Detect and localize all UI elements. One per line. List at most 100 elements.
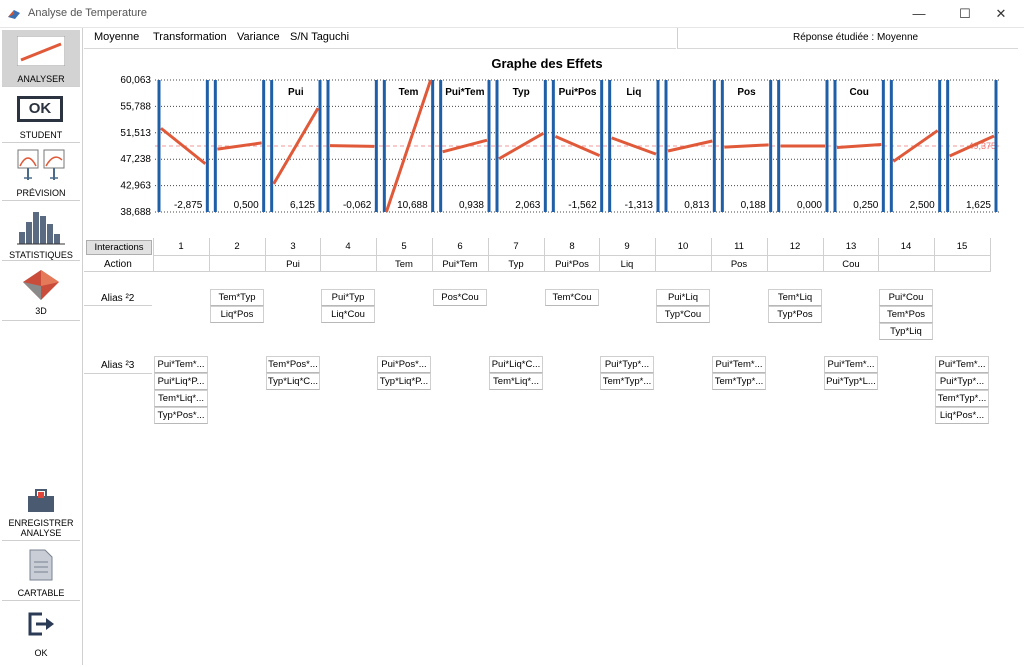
factor-label: Tem <box>399 87 419 98</box>
column-bar-right <box>994 80 998 212</box>
effect-value-label: 1,625 <box>966 200 991 211</box>
column-index: 12 <box>789 241 801 252</box>
column-index: 6 <box>457 241 463 252</box>
alias2-cell[interactable]: Pos*Cou <box>433 289 487 306</box>
alias3-cell[interactable]: Tem*Pos*... <box>266 356 320 373</box>
alias2-cell[interactable]: Typ*Cou <box>656 306 710 323</box>
alias3-cell[interactable]: Tem*Typ*... <box>600 373 654 390</box>
sidebar-prevision-label: PRÉVISION <box>16 188 66 198</box>
alias3-cell[interactable]: Liq*Pos*... <box>935 407 989 424</box>
y-tick-label: 38,688 <box>120 207 151 218</box>
effect-line <box>836 142 882 150</box>
alias3-cell[interactable]: Pui*Liq*C... <box>489 356 543 373</box>
sidebar-analyser-label: ANALYSER <box>17 74 65 84</box>
effects-chart: 60,06355,78851,51347,23842,96338,68849,3… <box>120 75 1000 218</box>
sidebar-cartable-button[interactable]: CARTABLE <box>2 544 80 601</box>
factor-label: Pui <box>288 87 304 98</box>
column-index: 1 <box>178 241 184 252</box>
effect-value-label: 0,250 <box>853 200 878 211</box>
alias2-cell[interactable]: Pui*Cou <box>879 289 933 306</box>
alias2-cell[interactable]: Tem*Liq <box>768 289 822 306</box>
column-bar-right <box>938 80 942 212</box>
effect-value-label: 0,813 <box>684 200 709 211</box>
close-button[interactable]: ✕ <box>978 0 1024 27</box>
menu-variance[interactable]: Variance <box>237 31 280 43</box>
sidebar-3d-label: 3D <box>35 306 47 316</box>
alias3-cell[interactable]: Pui*Typ*L... <box>824 373 878 390</box>
title-bar: Analyse de Temperature — ☐ ✕ <box>0 0 1024 28</box>
alias2-cell[interactable]: Pui*Liq <box>656 289 710 306</box>
alias2-cell[interactable]: Typ*Liq <box>879 323 933 340</box>
factor-label: Pui*Tem <box>445 87 484 98</box>
column-bar-left <box>833 80 837 212</box>
sidebar-student-label: STUDENT <box>19 130 63 140</box>
alias3-cell[interactable]: Pui*Tem*... <box>935 356 989 373</box>
alias3-cell[interactable]: Pui*Pos*... <box>377 356 431 373</box>
column-bar-left <box>495 80 499 212</box>
alias3-cell[interactable]: Typ*Pos*... <box>154 407 208 424</box>
row-separator <box>84 271 990 272</box>
alias2-cell[interactable]: Tem*Pos <box>879 306 933 323</box>
interactions-button[interactable]: Interactions <box>86 240 152 255</box>
ok-icon-text: OK <box>28 100 52 117</box>
alias2-cell[interactable]: Liq*Pos <box>210 306 264 323</box>
minimize-button[interactable]: — <box>896 0 942 27</box>
alias3-cell[interactable]: Tem*Liq*... <box>154 390 208 407</box>
y-tick-label: 60,063 <box>120 75 151 86</box>
sidebar-statistiques-label: STATISTIQUES <box>9 250 73 260</box>
effect-line <box>724 143 769 149</box>
alias3-cell[interactable]: Pui*Typ*... <box>600 356 654 373</box>
column-bar-left <box>213 80 217 212</box>
factor-label: Pui*Pos <box>559 87 597 98</box>
sidebar-ok-button[interactable]: OK <box>2 604 80 660</box>
column-bar-left <box>382 80 386 212</box>
alias3-cell[interactable]: Pui*Tem*... <box>154 356 208 373</box>
effect-value-label: 10,688 <box>397 200 428 211</box>
alias3-cell[interactable]: Pui*Liq*P... <box>154 373 208 390</box>
alias3-cell[interactable]: Typ*Liq*C... <box>266 373 320 390</box>
action-cell: Pui*Pos <box>555 259 589 270</box>
column-bar-left <box>157 80 161 212</box>
sidebar-analyser-button[interactable]: ANALYSER <box>2 30 80 87</box>
alias3-cell[interactable]: Typ*Liq*P... <box>377 373 431 390</box>
alias3-cell[interactable]: Tem*Typ*... <box>935 390 989 407</box>
alias2-row-label: Alias ²2 <box>101 293 135 304</box>
alias3-cell[interactable]: Pui*Typ*... <box>935 373 989 390</box>
alias3-cell[interactable]: Tem*Liq*... <box>489 373 543 390</box>
column-bar-right <box>881 80 885 212</box>
column-bar-right <box>825 80 829 212</box>
sidebar-enregistrer-button[interactable]: ENREGISTRER ANALYSE <box>2 484 80 541</box>
alias3-cell[interactable]: Tem*Typ*... <box>712 373 766 390</box>
sidebar-3d-button[interactable]: 3D <box>2 264 80 321</box>
factor-label: Pos <box>737 87 756 98</box>
column-bar-right <box>543 80 547 212</box>
column-index: 5 <box>401 241 407 252</box>
app-logo-icon <box>8 10 20 19</box>
effect-value-label: 0,500 <box>234 200 259 211</box>
sidebar-prevision-button[interactable]: PRÉVISION <box>2 146 80 201</box>
column-bar-right <box>769 80 773 212</box>
sidebar-statistiques-button[interactable]: STATISTIQUES <box>2 204 80 261</box>
alias2-cell[interactable]: Liq*Cou <box>321 306 375 323</box>
effect-line <box>329 144 375 148</box>
column-bar-right <box>262 80 266 212</box>
effect-value-label: -0,062 <box>343 200 372 211</box>
alias2-cell[interactable]: Tem*Typ <box>210 289 264 306</box>
factor-label: Typ <box>513 87 530 98</box>
3d-surface-icon <box>23 270 59 300</box>
alias3-cell[interactable]: Pui*Tem*... <box>824 356 878 373</box>
alias3-cell[interactable]: Pui*Tem*... <box>712 356 766 373</box>
menu-transformation[interactable]: Transformation <box>153 31 227 43</box>
ok-icon: OK <box>17 96 63 122</box>
alias2-cell[interactable]: Typ*Pos <box>768 306 822 323</box>
sidebar-student-button[interactable]: OK STUDENT <box>2 90 80 143</box>
alias2-cell[interactable]: Tem*Cou <box>545 289 599 306</box>
effect-value-label: 0,188 <box>741 200 766 211</box>
effect-value-label: 2,500 <box>910 200 935 211</box>
alias3-label-underline <box>84 373 152 374</box>
menu-moyenne[interactable]: Moyenne <box>94 31 139 43</box>
menu-sn-taguchi[interactable]: S/N Taguchi <box>290 31 349 43</box>
column-index: 7 <box>513 241 519 252</box>
row-separator <box>153 255 990 256</box>
alias2-cell[interactable]: Pui*Typ <box>321 289 375 306</box>
